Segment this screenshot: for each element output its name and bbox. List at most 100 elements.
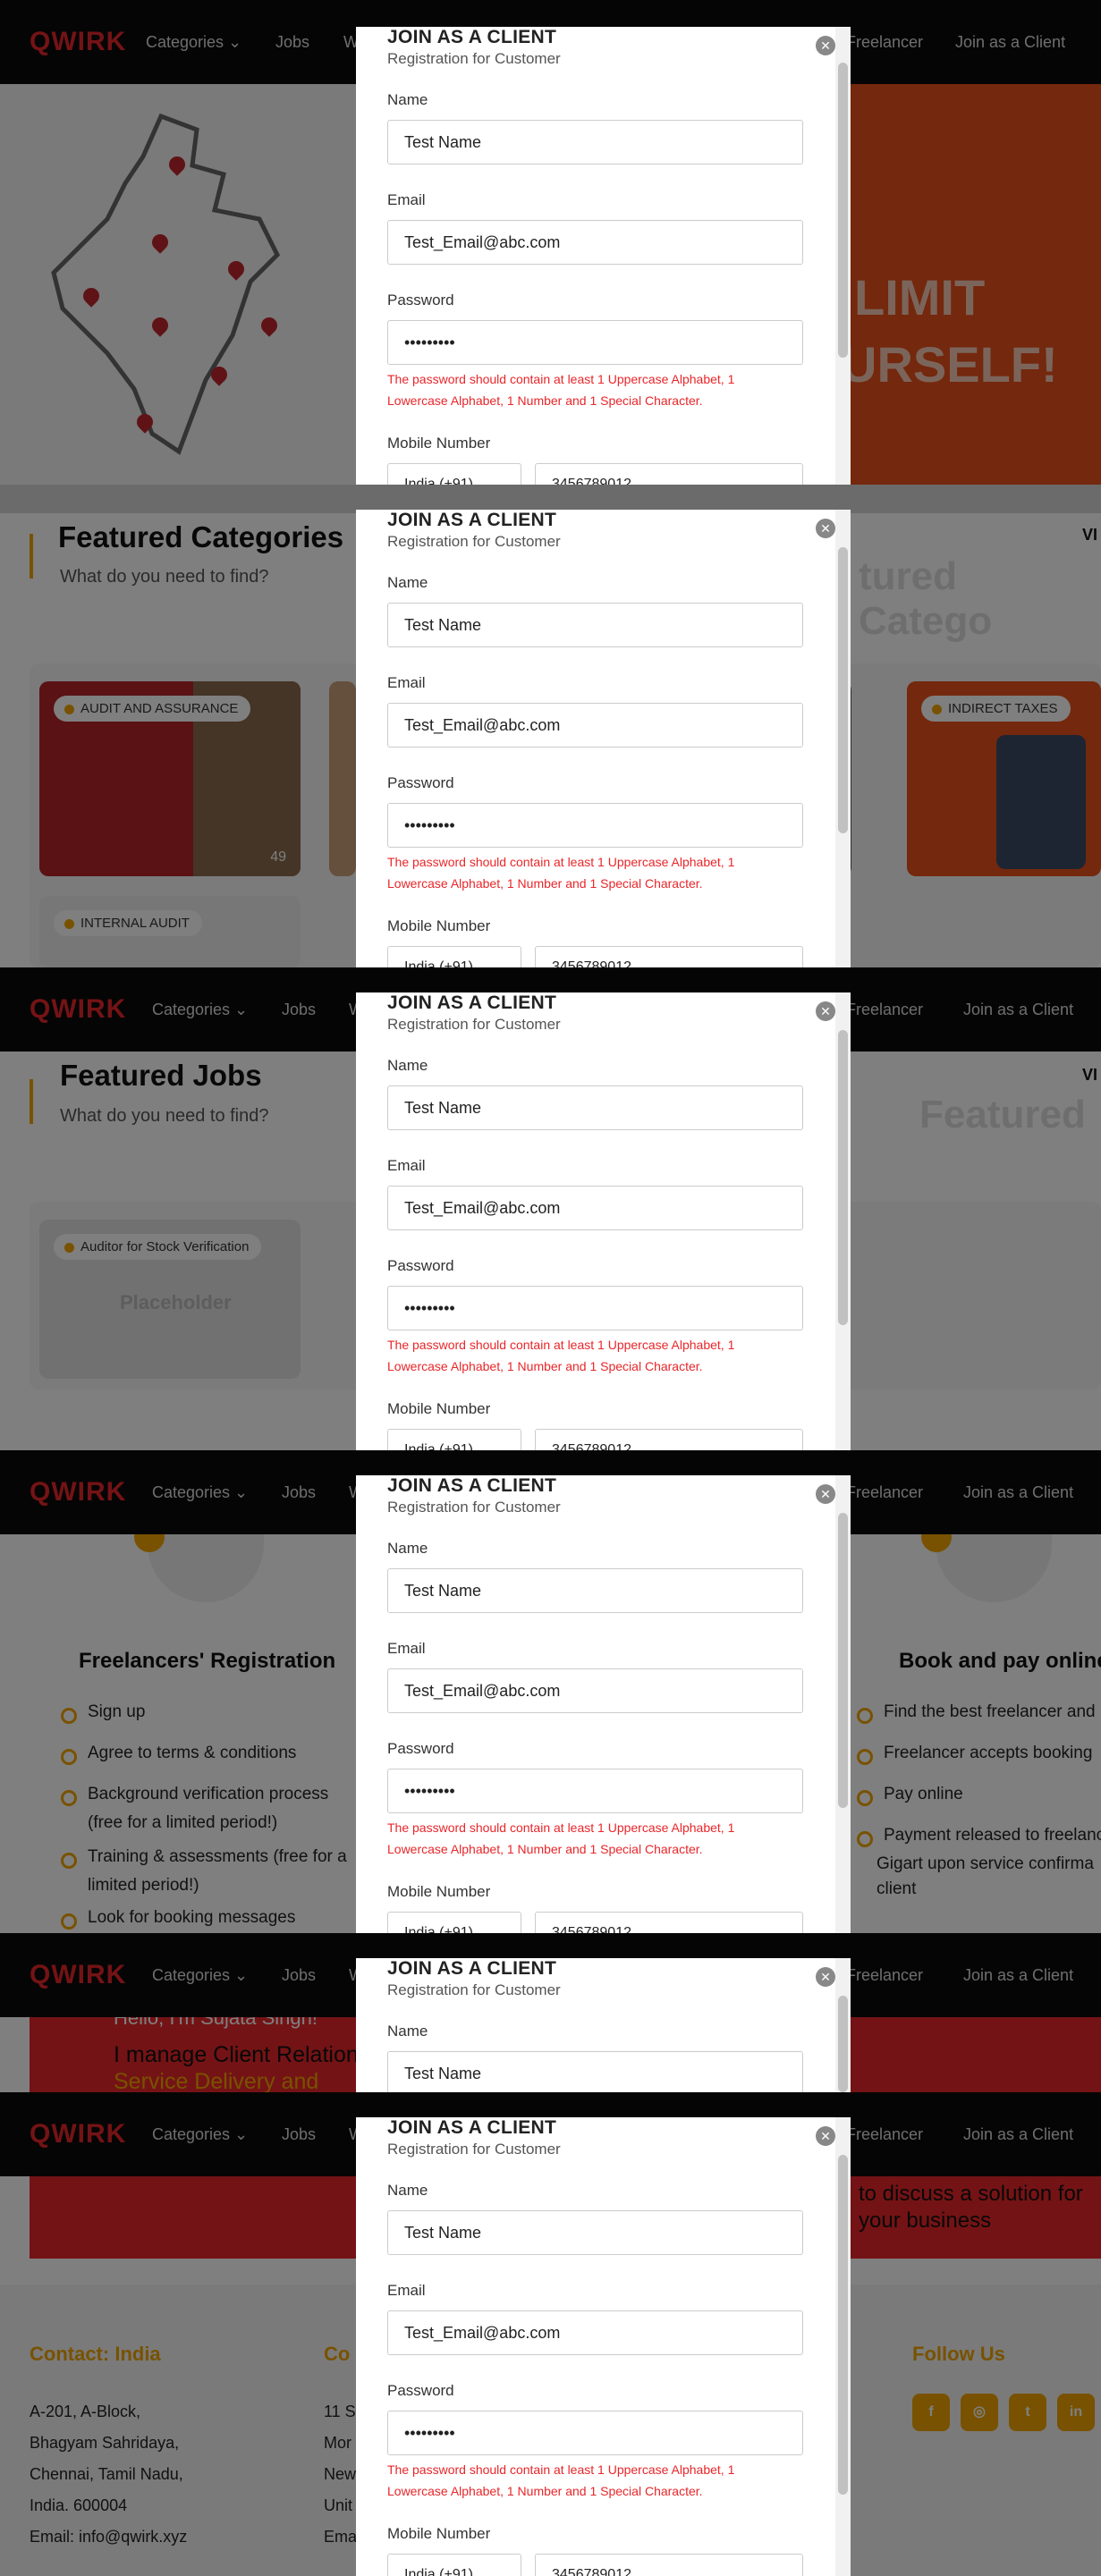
footer-email-link[interactable]: Email: info@qwirk.xyz [30, 2521, 187, 2553]
address-line: India. 600004 [30, 2496, 128, 2514]
country-code-select[interactable]: India (+91) [387, 1912, 521, 1933]
view-all-link[interactable]: VI [1082, 526, 1097, 545]
banner-manage: I manage Client Relations [114, 2042, 370, 2067]
name-field[interactable]: Test Name [387, 120, 803, 165]
view-all-link[interactable]: VI [1082, 1066, 1097, 1085]
close-icon[interactable]: ✕ [816, 1001, 835, 1021]
nav-join-client[interactable]: Join as a Client [963, 1483, 1073, 1502]
screen-process: Freelancers' Registration Sign up Agree … [0, 1450, 1101, 1933]
registration-step: Agree to terms & conditions [61, 1744, 296, 1765]
instagram-icon[interactable]: ◎ [961, 2394, 998, 2431]
hero-line-1: LIMIT [854, 269, 986, 325]
nav-join-client[interactable]: Join as a Client [955, 33, 1065, 52]
nav-jobs[interactable]: Jobs [282, 1001, 316, 1019]
nav-categories[interactable]: Categories ⌄ [152, 1483, 248, 1502]
nav-categories[interactable]: Categories ⌄ [152, 1966, 248, 1985]
email-field[interactable]: Test_Email@abc.com [387, 1668, 803, 1713]
nav-freelancer[interactable]: Freelancer [846, 1966, 923, 1985]
nav-join-client[interactable]: Join as a Client [963, 1001, 1073, 1019]
email-field[interactable]: Test_Email@abc.com [387, 703, 803, 747]
close-icon[interactable]: ✕ [816, 36, 835, 55]
footer-contact2-title: Co [324, 2343, 351, 2365]
password-field[interactable]: ••••••••• [387, 1286, 803, 1330]
mobile-field[interactable]: 3456789012 [535, 463, 803, 485]
facebook-icon[interactable]: f [912, 2394, 950, 2431]
country-code-select[interactable]: India (+91) [387, 2554, 521, 2576]
nav-jobs[interactable]: Jobs [275, 33, 309, 52]
modal-scrollbar[interactable] [835, 2117, 851, 2576]
category-card[interactable]: INDIRECT TAXES [907, 681, 1101, 876]
modal-scrollbar[interactable] [835, 27, 851, 485]
password-field[interactable]: ••••••••• [387, 803, 803, 848]
modal-title: JOIN AS A CLIENT [387, 1958, 557, 1979]
email-label: Email [387, 674, 426, 691]
hero-line-2: URSELF! [841, 336, 1058, 393]
registration-step: Training & assessments (free for a [61, 1847, 347, 1869]
category-tag: INDIRECT TAXES [921, 696, 1071, 722]
mobile-field[interactable]: 3456789012 [535, 1429, 803, 1450]
twitter-icon[interactable]: t [1009, 2394, 1046, 2431]
password-error: The password should contain at least 1 U… [387, 1820, 735, 1856]
modal-scrollbar[interactable] [835, 510, 851, 967]
category-card[interactable]: AUDIT AND ASSURANCE 49 [39, 681, 301, 876]
linkedin-icon[interactable]: in [1057, 2394, 1095, 2431]
nav-jobs[interactable]: Jobs [282, 1483, 316, 1502]
logo[interactable]: QWIRK [30, 2119, 126, 2149]
name-field[interactable]: Test Name [387, 2051, 803, 2092]
name-field[interactable]: Test Name [387, 1568, 803, 1613]
name-field[interactable]: Test Name [387, 603, 803, 647]
nav-categories[interactable]: Categories ⌄ [146, 33, 241, 52]
nav-categories[interactable]: Categories ⌄ [152, 1001, 248, 1019]
close-icon[interactable]: ✕ [816, 1967, 835, 1987]
password-label: Password [387, 1740, 454, 1757]
logo[interactable]: QWIRK [30, 27, 126, 57]
modal-scrollbar[interactable] [835, 992, 851, 1450]
password-error: The password should contain at least 1 U… [387, 855, 735, 891]
country-code-select[interactable]: India (+91) [387, 946, 521, 967]
nav-jobs[interactable]: Jobs [282, 1966, 316, 1985]
mobile-field[interactable]: 3456789012 [535, 2554, 803, 2576]
password-field[interactable]: ••••••••• [387, 320, 803, 365]
logo[interactable]: QWIRK [30, 1477, 126, 1508]
screen-categories: Featured Categories What do you need to … [0, 485, 1101, 967]
modal-title: JOIN AS A CLIENT [387, 992, 557, 1013]
job-card[interactable]: Auditor for Stock Verification Placehold… [39, 1220, 301, 1379]
close-icon[interactable]: ✕ [816, 1484, 835, 1504]
email-field[interactable]: Test_Email@abc.com [387, 220, 803, 265]
nav-freelancer[interactable]: Freelancer [846, 1483, 923, 1502]
nav-freelancer[interactable]: Freelancer [846, 2125, 923, 2144]
close-icon[interactable]: ✕ [816, 2126, 835, 2146]
name-field[interactable]: Test Name [387, 2210, 803, 2255]
country-code-select[interactable]: India (+91) [387, 1429, 521, 1450]
password-field[interactable]: ••••••••• [387, 2411, 803, 2455]
name-field[interactable]: Test Name [387, 1085, 803, 1130]
footer-follow-title: Follow Us [912, 2343, 1005, 2365]
nav-jobs[interactable]: Jobs [282, 2125, 316, 2144]
email-field[interactable]: Test_Email@abc.com [387, 1186, 803, 1230]
nav-join-client[interactable]: Join as a Client [963, 2125, 1073, 2144]
jobs-title: Featured Jobs [60, 1059, 262, 1092]
close-icon[interactable]: ✕ [816, 519, 835, 538]
email-field[interactable]: Test_Email@abc.com [387, 2310, 803, 2355]
modal-scrollbar[interactable] [835, 1475, 851, 1933]
nav-freelancer[interactable]: Freelancer [846, 1001, 923, 1019]
password-field[interactable]: ••••••••• [387, 1769, 803, 1813]
nav-freelancer[interactable]: Freelancer [846, 33, 923, 52]
category-card-partial[interactable] [329, 681, 356, 876]
accent-bar [30, 1079, 33, 1124]
nav-categories[interactable]: Categories ⌄ [152, 2125, 248, 2144]
email-label: Email [387, 191, 426, 208]
modal-scrollbar[interactable] [835, 1958, 851, 2092]
modal-title: JOIN AS A CLIENT [387, 27, 557, 47]
join-client-modal: JOIN AS A CLIENT Registration for Custom… [356, 992, 851, 1450]
address-line: Bhagyam Sahridaya, [30, 2434, 180, 2452]
name-label: Name [387, 1540, 428, 1557]
booking-step-cont: Gigart upon service confirma [877, 1854, 1094, 1873]
mobile-field[interactable]: 3456789012 [535, 946, 803, 967]
category-card[interactable]: INTERNAL AUDIT [39, 896, 301, 967]
mobile-field[interactable]: 3456789012 [535, 1912, 803, 1933]
logo[interactable]: QWIRK [30, 994, 126, 1025]
country-code-select[interactable]: India (+91) [387, 463, 521, 485]
logo[interactable]: QWIRK [30, 1960, 126, 1990]
nav-join-client[interactable]: Join as a Client [963, 1966, 1073, 1985]
